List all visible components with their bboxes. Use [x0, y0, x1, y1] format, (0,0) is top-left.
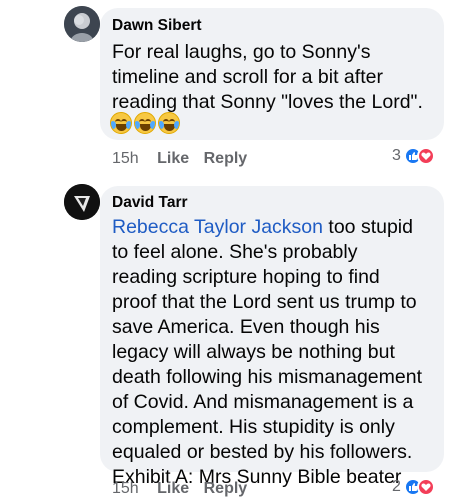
laughing-crying-emoji-row [110, 112, 182, 134]
profile-photo-icon [64, 6, 100, 42]
laughing-crying-emoji-icon [158, 112, 180, 134]
comment-line: of Covid. And mismanagement is a [112, 391, 414, 413]
comment-actions: 15h Like Reply [112, 480, 257, 498]
love-icon [416, 147, 435, 165]
comment-line: complement. His stupidity is only [112, 416, 395, 438]
comment-text: Rebecca Taylor Jackson too stupid to fee… [112, 215, 452, 490]
reaction-summary[interactable]: 2 [392, 478, 435, 496]
laughing-crying-emoji-icon [110, 112, 132, 134]
comment-line: Rebecca Taylor Jackson too stupid [112, 215, 452, 240]
comment-line: equaled or bested by his followers. [112, 441, 413, 463]
mention-link[interactable]: Rebecca Taylor Jackson [112, 216, 323, 238]
reaction-summary[interactable]: 3 [392, 147, 435, 165]
comment-line: proof that the Lord sent us trump to [112, 291, 417, 313]
comment-1: Dawn Sibert For real laughs, go to Sonny… [0, 0, 455, 180]
comment-text: For real laughs, go to Sonny's timeline … [112, 40, 452, 115]
reaction-count: 2 [392, 478, 401, 495]
comment-timestamp[interactable]: 15h [112, 480, 139, 497]
avatar[interactable] [64, 6, 100, 42]
like-button[interactable]: Like [157, 150, 189, 167]
comment-line: to feel alone. She's probably [112, 241, 358, 263]
like-button[interactable]: Like [157, 480, 189, 497]
comment-line: reading scripture hoping to find [112, 266, 380, 288]
comment-line: timeline and scroll for a bit after [112, 66, 383, 88]
comment-line: death following his mismanagement [112, 366, 423, 388]
profile-photo-icon [64, 184, 100, 220]
comment-line: save America. Even though his [112, 316, 380, 338]
comment-actions: 15h Like Reply [112, 150, 257, 168]
comment-author[interactable]: Dawn Sibert [112, 17, 202, 35]
love-icon [416, 478, 435, 496]
comment-author[interactable]: David Tarr [112, 194, 188, 212]
comment-timestamp[interactable]: 15h [112, 150, 139, 167]
laughing-crying-emoji-icon [134, 112, 156, 134]
reply-button[interactable]: Reply [204, 480, 248, 497]
avatar[interactable] [64, 184, 100, 220]
comment-2: David Tarr Rebecca Taylor Jackson too st… [0, 180, 455, 500]
comment-line: legacy will always be nothing but [112, 341, 395, 363]
comment-line: For real laughs, go to Sonny's [112, 41, 371, 63]
comment-text-segment: too stupid [323, 216, 413, 238]
reply-button[interactable]: Reply [204, 150, 248, 167]
reaction-count: 3 [392, 147, 401, 164]
